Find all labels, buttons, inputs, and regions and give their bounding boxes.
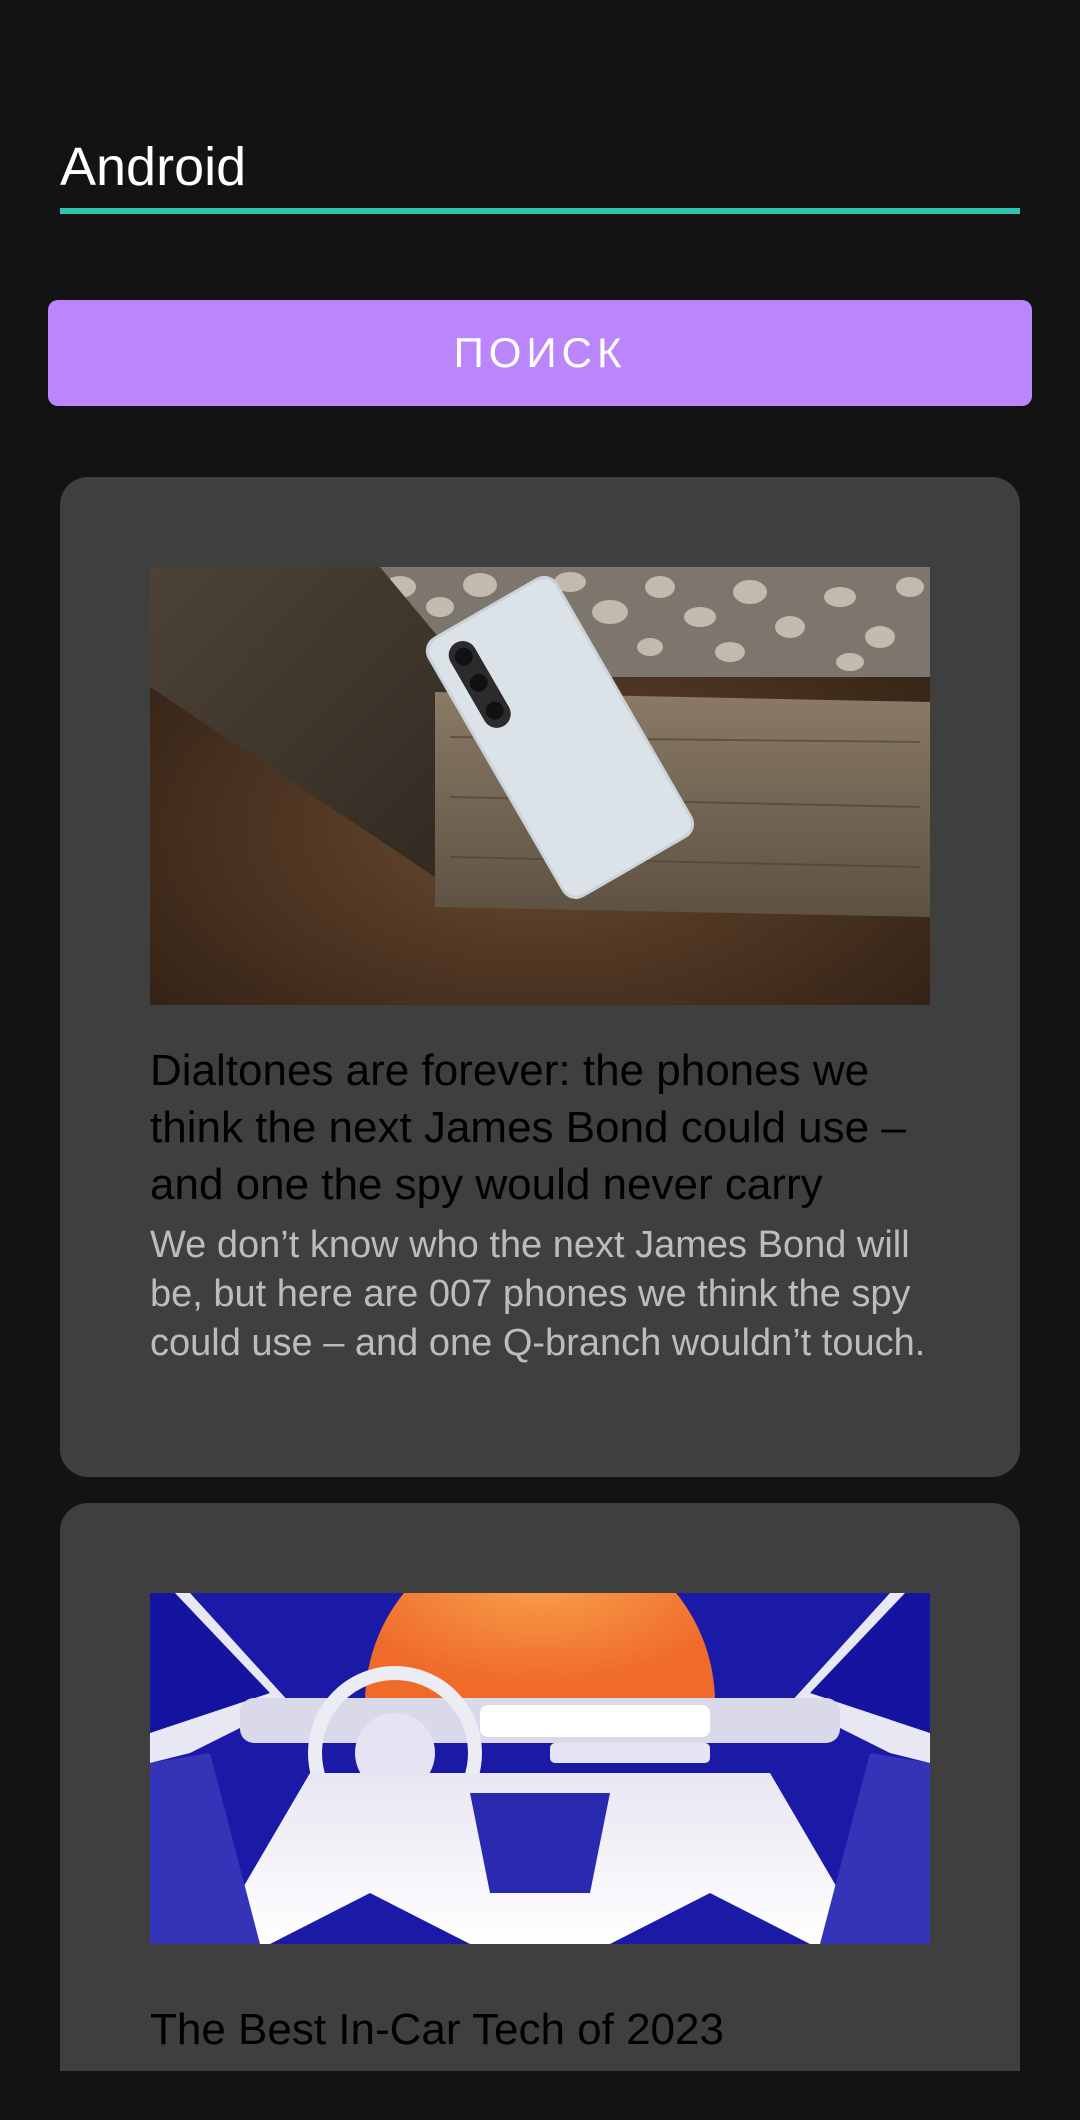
article-image <box>150 1593 930 1944</box>
search-field[interactable] <box>60 126 1020 216</box>
article-description: This year, big-time automakers like <box>150 2063 940 2071</box>
search-input-underline <box>60 208 1020 214</box>
search-button[interactable]: ПОИСК <box>48 300 1032 406</box>
article-title: Dialtones are forever: the phones we thi… <box>150 1046 906 1209</box>
article-image <box>150 567 930 1005</box>
search-input[interactable] <box>60 126 1020 208</box>
article-card[interactable]: The Best In-Car Tech of 2023 This year, … <box>60 1503 1020 2071</box>
screen: ПОИСК <box>0 0 1080 2120</box>
results-list[interactable]: Dialtones are forever: the phones we thi… <box>60 477 1020 2071</box>
article-title: The Best In-Car Tech of 2023 <box>150 2005 724 2054</box>
article-card[interactable]: Dialtones are forever: the phones we thi… <box>60 477 1020 1477</box>
article-description: We don’t know who the next James Bond wi… <box>150 1224 926 1364</box>
